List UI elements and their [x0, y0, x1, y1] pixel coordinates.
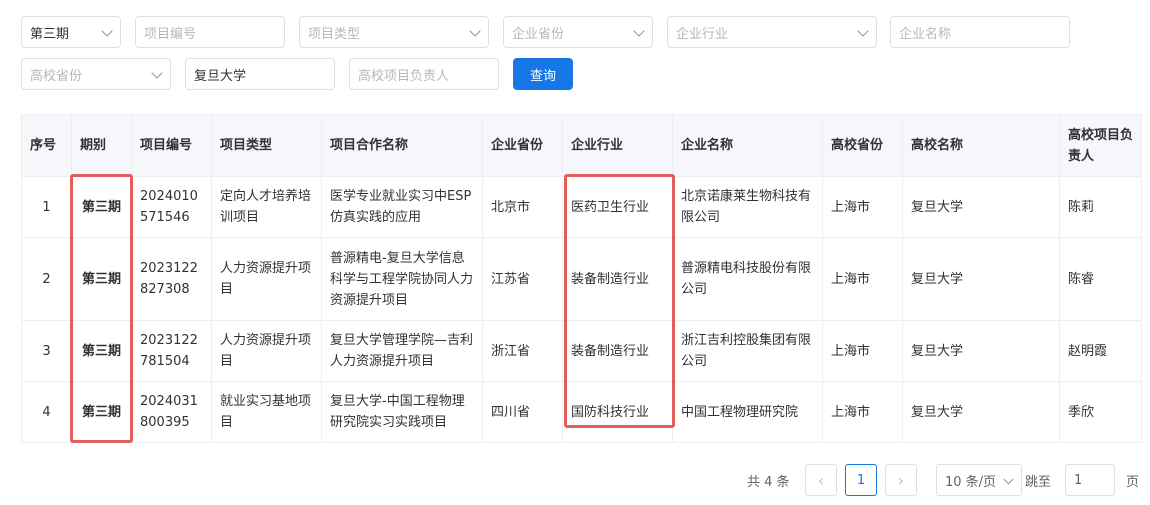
- cell-school-province: 上海市: [822, 176, 903, 238]
- school-province-placeholder: 高校省份: [30, 68, 83, 84]
- school-leader-input[interactable]: 高校项目负责人: [349, 58, 499, 90]
- cell-project-type: 定向人才培养培训项目: [211, 176, 322, 238]
- page-button-1[interactable]: 1: [845, 464, 877, 496]
- school-province-select[interactable]: 高校省份: [21, 58, 171, 90]
- cell-company-province: 四川省: [482, 381, 563, 443]
- cell-company-industry: 装备制造行业: [562, 320, 673, 382]
- cell-school-name: 复旦大学: [902, 176, 1060, 238]
- cell-company-province: 浙江省: [482, 320, 563, 382]
- header-school-province: 高校省份: [822, 114, 903, 177]
- cell-school-name: 复旦大学: [902, 320, 1060, 382]
- cell-project-type: 就业实习基地项目: [211, 381, 322, 443]
- cell-school-leader: 陈莉: [1059, 176, 1142, 238]
- cell-company-name: 浙江吉利控股集团有限公司: [672, 320, 823, 382]
- header-project-no: 项目编号: [131, 114, 212, 177]
- header-period: 期别: [71, 114, 132, 177]
- project-type-placeholder: 项目类型: [308, 26, 361, 42]
- page-size-value: 10 条/页: [945, 474, 997, 490]
- company-industry-select[interactable]: 企业行业: [667, 16, 877, 48]
- chevron-down-icon: [633, 25, 645, 37]
- period-select-value: 第三期: [30, 26, 70, 42]
- cell-project-type: 人力资源提升项目: [211, 320, 322, 382]
- cell-coop-name: 复旦大学管理学院—吉利人力资源提升项目: [321, 320, 483, 382]
- pagination-total: 共 4 条: [747, 475, 790, 490]
- cell-school-leader: 季欣: [1059, 381, 1142, 443]
- company-province-placeholder: 企业省份: [512, 26, 565, 42]
- cell-school-name: 复旦大学: [902, 237, 1060, 321]
- cell-project-no: 2023122827308: [131, 237, 212, 321]
- jump-label: 跳至: [1025, 475, 1052, 490]
- cell-coop-name: 医学专业就业实习中ESP仿真实践的应用: [321, 176, 483, 238]
- cell-company-industry: 医药卫生行业: [562, 176, 673, 238]
- company-province-select[interactable]: 企业省份: [503, 16, 653, 48]
- cell-company-name: 普源精电科技股份有限公司: [672, 237, 823, 321]
- table-row: 1 第三期 2024010571546 定向人才培养培训项目 医学专业就业实习中…: [21, 176, 1142, 238]
- jump-page-value: 1: [1074, 472, 1083, 488]
- cell-company-province: 江苏省: [482, 237, 563, 321]
- cell-period: 第三期: [71, 320, 132, 382]
- cell-period: 第三期: [71, 176, 132, 238]
- chevron-down-icon: [101, 25, 113, 37]
- prev-page-button[interactable]: ‹: [805, 464, 837, 496]
- cell-school-leader: 赵明霞: [1059, 320, 1142, 382]
- cell-project-type: 人力资源提升项目: [211, 237, 322, 321]
- search-button[interactable]: 查询: [513, 58, 573, 90]
- cell-company-industry: 国防科技行业: [562, 381, 673, 443]
- cell-period: 第三期: [71, 237, 132, 321]
- table-row: 4 第三期 2024031800395 就业实习基地项目 复旦大学-中国工程物理…: [21, 381, 1142, 443]
- cell-index: 2: [21, 237, 72, 321]
- cell-school-province: 上海市: [822, 381, 903, 443]
- period-select[interactable]: 第三期: [21, 16, 121, 48]
- next-page-button[interactable]: ›: [885, 464, 917, 496]
- table-header-row: 序号 期别 项目编号 项目类型 项目合作名称 企业省份 企业行业 企业名称 高校…: [21, 114, 1142, 177]
- header-index: 序号: [21, 114, 72, 177]
- cell-school-province: 上海市: [822, 237, 903, 321]
- company-name-input[interactable]: 企业名称: [890, 16, 1070, 48]
- cell-coop-name: 复旦大学-中国工程物理研究院实习实践项目: [321, 381, 483, 443]
- cell-company-province: 北京市: [482, 176, 563, 238]
- school-name-input[interactable]: 复旦大学: [185, 58, 335, 90]
- cell-company-industry: 装备制造行业: [562, 237, 673, 321]
- project-no-placeholder: 项目编号: [144, 26, 197, 42]
- cell-school-leader: 陈睿: [1059, 237, 1142, 321]
- school-name-value: 复旦大学: [194, 68, 247, 84]
- chevron-down-icon: [151, 67, 163, 79]
- company-industry-placeholder: 企业行业: [676, 26, 729, 42]
- project-no-input[interactable]: 项目编号: [135, 16, 285, 48]
- chevron-down-icon: [1003, 474, 1014, 485]
- cell-school-name: 复旦大学: [902, 381, 1060, 443]
- table-row: 2 第三期 2023122827308 人力资源提升项目 普源精电-复旦大学信息…: [21, 237, 1142, 321]
- cell-school-province: 上海市: [822, 320, 903, 382]
- header-company-industry: 企业行业: [562, 114, 673, 177]
- header-company-province: 企业省份: [482, 114, 563, 177]
- jump-page-input[interactable]: 1: [1065, 464, 1115, 496]
- cell-index: 4: [21, 381, 72, 443]
- project-type-select[interactable]: 项目类型: [299, 16, 489, 48]
- table-row: 3 第三期 2023122781504 人力资源提升项目 复旦大学管理学院—吉利…: [21, 320, 1142, 382]
- cell-period: 第三期: [71, 381, 132, 443]
- header-company-name: 企业名称: [672, 114, 823, 177]
- cell-project-no: 2024010571546: [131, 176, 212, 238]
- chevron-down-icon: [469, 25, 481, 37]
- header-school-name: 高校名称: [902, 114, 1060, 177]
- company-name-placeholder: 企业名称: [899, 26, 952, 42]
- chevron-down-icon: [857, 25, 869, 37]
- cell-coop-name: 普源精电-复旦大学信息科学与工程学院协同人力资源提升项目: [321, 237, 483, 321]
- header-project-type: 项目类型: [211, 114, 322, 177]
- cell-company-name: 中国工程物理研究院: [672, 381, 823, 443]
- results-table: 序号 期别 项目编号 项目类型 项目合作名称 企业省份 企业行业 企业名称 高校…: [21, 114, 1142, 443]
- cell-project-no: 2023122781504: [131, 320, 212, 382]
- page-unit-label: 页: [1126, 475, 1140, 490]
- header-school-leader: 高校项目负责人: [1059, 114, 1142, 177]
- school-leader-placeholder: 高校项目负责人: [358, 68, 450, 84]
- cell-project-no: 2024031800395: [131, 381, 212, 443]
- page-size-select[interactable]: 10 条/页: [936, 464, 1022, 496]
- cell-company-name: 北京诺康莱生物科技有限公司: [672, 176, 823, 238]
- header-coop-name: 项目合作名称: [321, 114, 483, 177]
- cell-index: 1: [21, 176, 72, 238]
- cell-index: 3: [21, 320, 72, 382]
